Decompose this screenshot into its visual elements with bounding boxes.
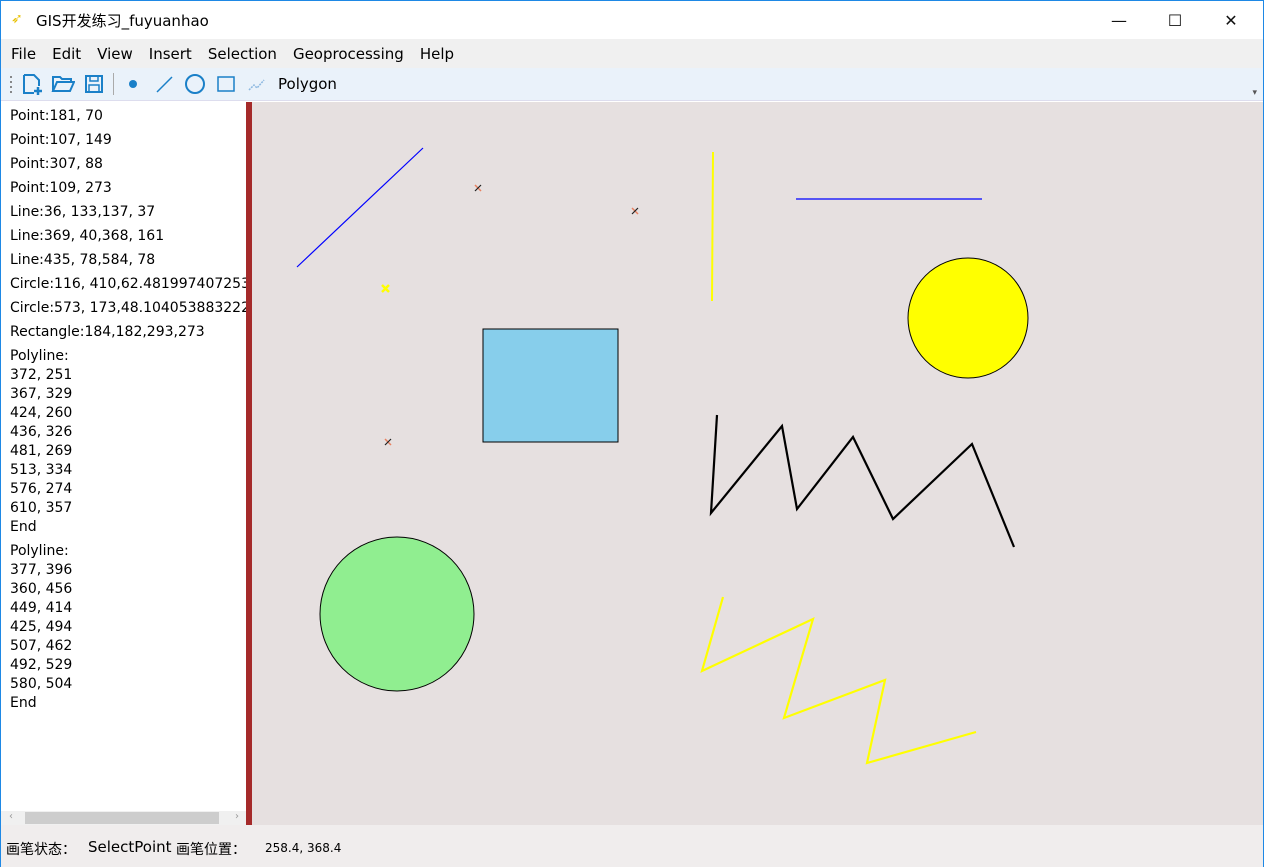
menu-file[interactable]: File (3, 45, 44, 63)
point-marker (381, 284, 390, 293)
polygon-button[interactable]: Polygon (278, 75, 337, 93)
menu-view[interactable]: View (89, 45, 141, 63)
toolbar: Polygon ▾ (1, 68, 1263, 101)
scroll-left-icon[interactable]: ‹ (9, 811, 13, 822)
draw-rectangle-button[interactable] (214, 72, 238, 96)
list-item[interactable]: Line:36, 133,137, 37 (1, 203, 246, 222)
menu-help[interactable]: Help (412, 45, 462, 63)
circle-shape (319, 536, 475, 692)
menu-bar: File Edit View Insert Selection Geoproce… (1, 39, 1263, 68)
pen-position-label: 画笔位置： (176, 842, 246, 858)
status-bar: 画笔状态： SelectPoint 画笔位置： 258.4, 368.4 (1, 825, 1263, 867)
feature-list[interactable]: Point:181, 70 Point:107, 149 Point:307, 88… (1, 102, 246, 825)
polyline-shape (700, 596, 977, 765)
rectangle-icon (217, 76, 235, 92)
menu-edit[interactable]: Edit (44, 45, 89, 63)
pen-position-value: 258.4, 368.4 (265, 841, 342, 855)
scrollbar-thumb[interactable] (25, 812, 219, 824)
new-file-icon (23, 74, 42, 95)
polyline-end[interactable]: End (1, 518, 246, 537)
line-icon (156, 76, 173, 93)
circle-shape (907, 257, 1029, 379)
line-shape (296, 147, 424, 268)
toolbar-separator (113, 73, 114, 95)
polyline-vertex[interactable]: 576, 274 (1, 480, 246, 499)
polyline-header[interactable]: Polyline: (1, 542, 246, 561)
app-icon: ➶ (11, 11, 23, 27)
polyline-vertex[interactable]: 360, 456 (1, 580, 246, 599)
title-bar: ➶ GIS开发练习_fuyuanhao — ☐ ✕ (1, 1, 1263, 39)
open-folder-icon (51, 76, 75, 92)
draw-circle-button[interactable] (183, 72, 207, 96)
map-canvas[interactable] (252, 102, 1263, 825)
list-item[interactable]: Rectangle:184,182,293,273 (1, 323, 246, 342)
save-icon (85, 75, 103, 93)
list-item[interactable]: Line:435, 78,584, 78 (1, 251, 246, 270)
list-item[interactable]: Point:307, 88 (1, 155, 246, 174)
pen-state-label: 画笔状态： (6, 842, 76, 858)
draw-line-button[interactable] (152, 72, 176, 96)
toolbar-overflow-icon[interactable]: ▾ (1252, 88, 1257, 98)
menu-geoprocessing[interactable]: Geoprocessing (285, 45, 412, 63)
polyline-shape (709, 414, 1016, 548)
save-button[interactable] (82, 72, 106, 96)
list-item[interactable]: Circle:573, 173,48.104053883222 (1, 299, 246, 318)
polyline-vertex[interactable]: 436, 326 (1, 423, 246, 442)
list-item[interactable]: Point:107, 149 (1, 131, 246, 150)
window-title: GIS开发练习_fuyuanhao (36, 12, 209, 30)
list-item[interactable]: Point:109, 273 (1, 179, 246, 198)
open-file-button[interactable] (51, 72, 75, 96)
new-file-button[interactable] (20, 72, 44, 96)
line-shape (711, 151, 714, 302)
draw-polyline-button[interactable] (245, 72, 269, 96)
polyline-vertex[interactable]: 377, 396 (1, 561, 246, 580)
polyline-vertex[interactable]: 367, 329 (1, 385, 246, 404)
list-item[interactable]: Line:369, 40,368, 161 (1, 227, 246, 246)
circle-icon (185, 74, 205, 94)
polyline-vertex[interactable]: 372, 251 (1, 366, 246, 385)
scroll-right-icon[interactable]: › (235, 811, 239, 822)
polyline-header[interactable]: Polyline: (1, 347, 246, 366)
draw-point-button[interactable] (121, 72, 145, 96)
polyline-vertex[interactable]: 507, 462 (1, 637, 246, 656)
map-drawing (296, 147, 1029, 765)
horizontal-scrollbar[interactable]: ‹ › (1, 811, 246, 825)
polyline-vertex[interactable]: 481, 269 (1, 442, 246, 461)
polyline-vertex[interactable]: 492, 529 (1, 656, 246, 675)
polyline-vertex[interactable]: 513, 334 (1, 461, 246, 480)
close-button[interactable]: ✕ (1203, 1, 1259, 39)
polyline-vertex[interactable]: 580, 504 (1, 675, 246, 694)
point-marker (631, 207, 639, 215)
point-marker (474, 184, 482, 192)
polyline-vertex[interactable]: 424, 260 (1, 404, 246, 423)
menu-selection[interactable]: Selection (200, 45, 285, 63)
minimize-button[interactable]: — (1091, 1, 1147, 39)
rectangle-shape (482, 328, 619, 443)
polyline-vertex[interactable]: 449, 414 (1, 599, 246, 618)
polyline-icon (248, 79, 265, 91)
maximize-button[interactable]: ☐ (1147, 1, 1203, 39)
point-icon (129, 80, 137, 88)
pen-state-value: SelectPoint (88, 838, 172, 856)
toolbar-grip-icon[interactable] (9, 74, 13, 94)
point-marker (384, 438, 392, 446)
polyline-end[interactable]: End (1, 694, 246, 713)
list-item[interactable]: Point:181, 70 (1, 107, 246, 126)
list-item[interactable]: Circle:116, 410,62.481997407253 (1, 275, 246, 294)
polyline-vertex[interactable]: 610, 357 (1, 499, 246, 518)
menu-insert[interactable]: Insert (141, 45, 200, 63)
polyline-vertex[interactable]: 425, 494 (1, 618, 246, 637)
